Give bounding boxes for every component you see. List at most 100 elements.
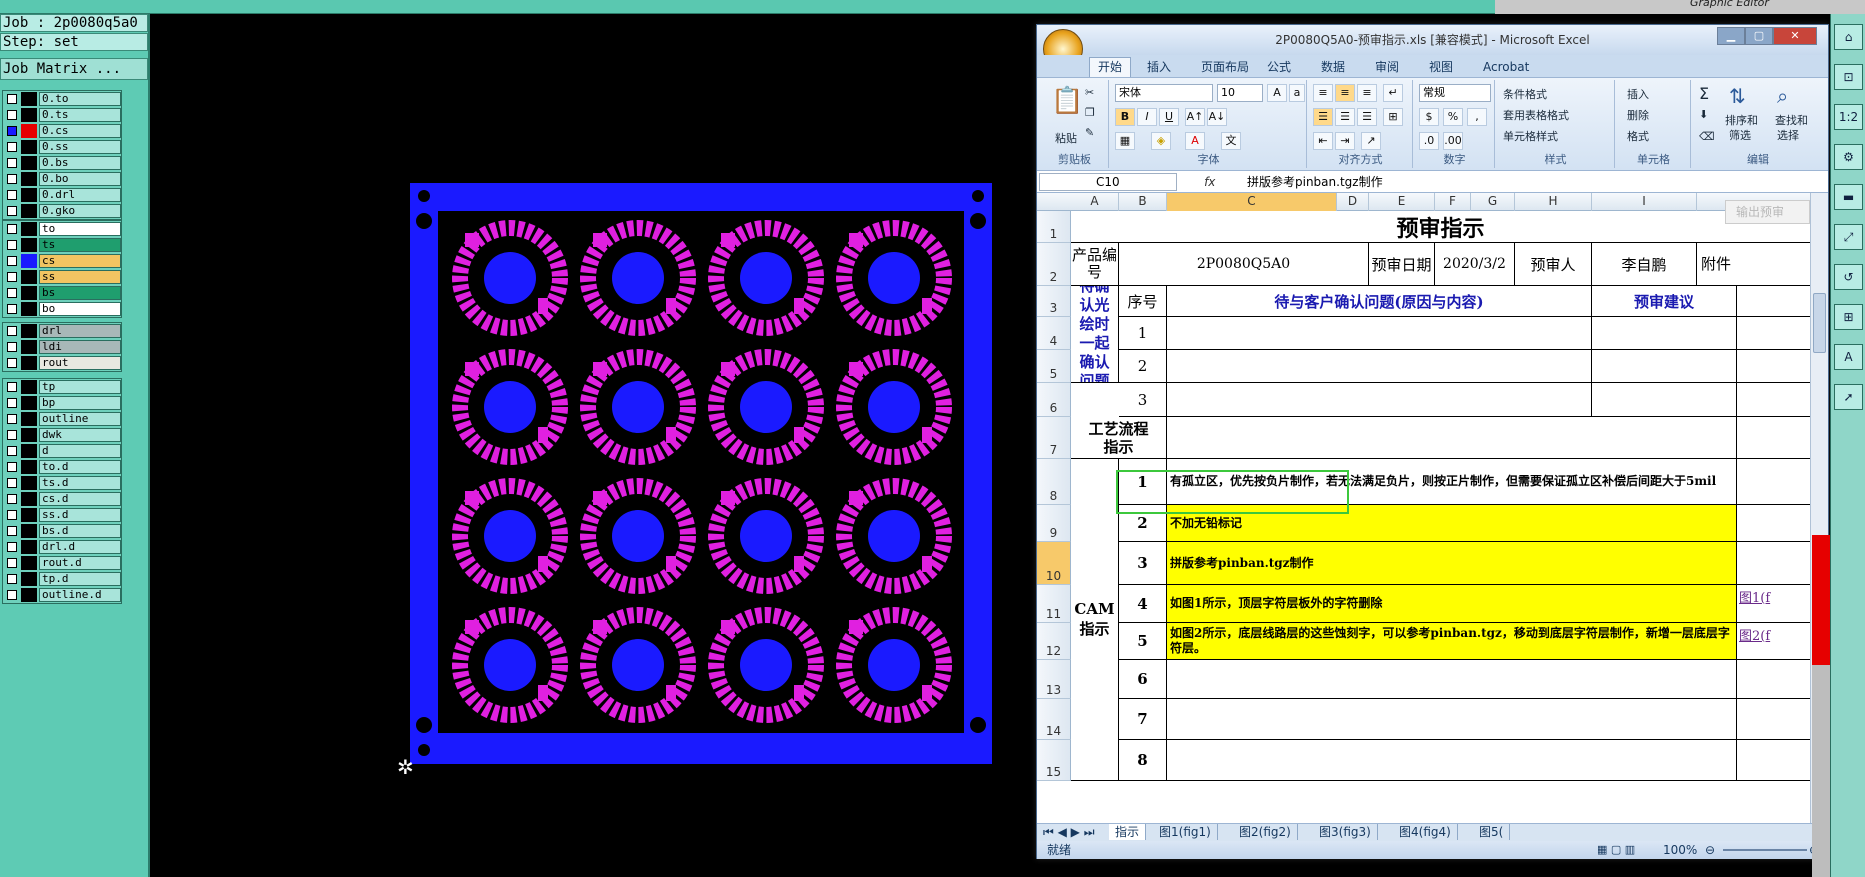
cell[interactable] bbox=[1737, 383, 1810, 417]
layer-checkbox[interactable] bbox=[7, 494, 17, 504]
tool-icon[interactable]: ⊡ bbox=[1834, 64, 1863, 90]
layer-name[interactable]: cs bbox=[39, 254, 121, 268]
row-header[interactable]: 14 bbox=[1037, 699, 1071, 740]
suggest-cell[interactable] bbox=[1592, 350, 1737, 383]
zoom-level[interactable]: 100% bbox=[1663, 841, 1697, 859]
suggest-label[interactable]: 预审建议 bbox=[1592, 286, 1737, 317]
layer-name[interactable]: tp.d bbox=[39, 572, 121, 586]
layer-checkbox[interactable] bbox=[7, 478, 17, 488]
row-header[interactable]: 6 bbox=[1037, 383, 1071, 417]
scroll-thumb[interactable] bbox=[1813, 293, 1826, 353]
pending-seq[interactable]: 3 bbox=[1119, 383, 1167, 417]
layer-name[interactable]: drl bbox=[39, 324, 121, 338]
layer-row[interactable]: tp bbox=[3, 379, 121, 395]
layer-row[interactable]: 0.ts bbox=[3, 107, 121, 123]
layer-row[interactable]: bs.d bbox=[3, 523, 121, 539]
product-no[interactable]: 2P0080Q5A0 bbox=[1119, 243, 1369, 286]
layer-checkbox[interactable] bbox=[7, 430, 17, 440]
align-center-icon[interactable]: ☰ bbox=[1335, 108, 1355, 126]
layer-row[interactable]: ss.d bbox=[3, 507, 121, 523]
cam-item-text[interactable] bbox=[1167, 660, 1737, 699]
tool-icon[interactable]: ▬ bbox=[1834, 184, 1863, 210]
layer-checkbox[interactable] bbox=[7, 382, 17, 392]
layer-checkbox[interactable] bbox=[7, 558, 17, 568]
cam-item-link[interactable] bbox=[1737, 660, 1810, 699]
cam-item-text[interactable]: 如图1所示，顶层字符层板外的字符删除 bbox=[1167, 585, 1737, 623]
pending-label[interactable]: 待确认光绘时一起确认问题 bbox=[1071, 286, 1119, 383]
tool-icon[interactable]: ↺ bbox=[1834, 264, 1863, 290]
issue-cell[interactable] bbox=[1167, 383, 1592, 417]
column-header[interactable]: F bbox=[1435, 193, 1471, 211]
layer-row[interactable]: 0.drl bbox=[3, 187, 121, 203]
date-value[interactable]: 2020/3/2 bbox=[1435, 243, 1515, 286]
row-header[interactable]: 12 bbox=[1037, 623, 1071, 660]
comma-icon[interactable]: , bbox=[1467, 108, 1487, 126]
layer-row[interactable]: ss bbox=[3, 269, 121, 285]
cam-item-link[interactable] bbox=[1737, 542, 1810, 585]
layer-checkbox[interactable] bbox=[7, 190, 17, 200]
layer-checkbox[interactable] bbox=[7, 446, 17, 456]
layer-checkbox[interactable] bbox=[7, 288, 17, 298]
layer-row[interactable]: ts.d bbox=[3, 475, 121, 491]
product-no-label[interactable]: 产品编号 bbox=[1071, 243, 1119, 286]
suggest-cell[interactable] bbox=[1592, 317, 1737, 350]
layer-row[interactable]: dwk bbox=[3, 427, 121, 443]
increase-indent-icon[interactable]: ⇥ bbox=[1335, 132, 1355, 150]
layer-row[interactable]: to.d bbox=[3, 459, 121, 475]
fill-icon[interactable]: ⬇ bbox=[1699, 108, 1708, 121]
layer-name[interactable]: 0.ts bbox=[39, 108, 121, 122]
layer-row[interactable]: 0.cs bbox=[3, 123, 121, 139]
ribbon-tab[interactable]: 开始 bbox=[1089, 57, 1132, 78]
layer-name[interactable]: to bbox=[39, 222, 121, 236]
layer-row[interactable]: rout.d bbox=[3, 555, 121, 571]
sheet-tab[interactable]: 图3(fig3) bbox=[1313, 824, 1378, 840]
layer-row[interactable]: 0.gko bbox=[3, 203, 121, 219]
font-name-combo[interactable]: 宋体 bbox=[1115, 84, 1213, 102]
layer-name[interactable]: outline bbox=[39, 412, 121, 426]
layer-row[interactable]: bs bbox=[3, 285, 121, 301]
layer-name[interactable]: bs bbox=[39, 286, 121, 300]
attachment-label[interactable]: 附件 bbox=[1697, 243, 1810, 286]
pending-seq[interactable]: 1 bbox=[1119, 317, 1167, 350]
layer-checkbox[interactable] bbox=[7, 542, 17, 552]
increase-decimal-icon[interactable]: .0 bbox=[1419, 132, 1439, 150]
cam-label[interactable]: CAM指示 bbox=[1071, 459, 1119, 781]
align-left-icon[interactable]: ☰ bbox=[1313, 108, 1333, 126]
paste-label[interactable]: 粘贴 bbox=[1055, 130, 1077, 146]
row-header[interactable]: 9 bbox=[1037, 505, 1071, 542]
layer-name[interactable]: ss.d bbox=[39, 508, 121, 522]
layer-row[interactable]: cs.d bbox=[3, 491, 121, 507]
layer-row[interactable]: 0.to bbox=[3, 91, 121, 107]
cam-item-link[interactable] bbox=[1737, 505, 1810, 542]
layer-name[interactable]: bs.d bbox=[39, 524, 121, 538]
ribbon-tab[interactable]: Acrobat bbox=[1483, 58, 1529, 76]
row-header[interactable]: 10 bbox=[1037, 542, 1071, 585]
merge-center-icon[interactable]: ⊞ bbox=[1383, 108, 1403, 126]
phonetic-icon[interactable]: 文 bbox=[1221, 132, 1241, 150]
layer-name[interactable]: d bbox=[39, 444, 121, 458]
cam-item-link[interactable] bbox=[1737, 740, 1810, 781]
wrap-text-icon[interactable]: ↵ bbox=[1383, 84, 1403, 102]
sort-filter-icon[interactable]: ⇅ bbox=[1729, 84, 1746, 108]
percent-icon[interactable]: % bbox=[1443, 108, 1463, 126]
layer-name[interactable]: dwk bbox=[39, 428, 121, 442]
autosum-icon[interactable]: Σ bbox=[1699, 84, 1709, 103]
ribbon-tab[interactable]: 审阅 bbox=[1375, 58, 1399, 76]
layer-row[interactable]: 0.bo bbox=[3, 171, 121, 187]
layer-checkbox[interactable] bbox=[7, 574, 17, 584]
cam-item-number[interactable]: 3 bbox=[1119, 542, 1167, 585]
close-button[interactable]: ✕ bbox=[1773, 27, 1817, 45]
layer-row[interactable]: ts bbox=[3, 237, 121, 253]
layer-row[interactable]: to bbox=[3, 221, 121, 237]
column-header[interactable]: G bbox=[1471, 193, 1515, 211]
view-buttons[interactable]: ▦ ▢ ▥ bbox=[1597, 841, 1635, 859]
row-header[interactable]: 7 bbox=[1037, 417, 1071, 459]
layer-name[interactable]: to.d bbox=[39, 460, 121, 474]
fill-color-icon[interactable]: ◈ bbox=[1151, 132, 1171, 150]
decrease-decimal-icon[interactable]: .00 bbox=[1443, 132, 1463, 150]
format-painter-icon[interactable]: ✎ bbox=[1085, 126, 1094, 139]
column-header[interactable]: D bbox=[1337, 193, 1369, 211]
sheet-title[interactable]: 预审指示 bbox=[1071, 211, 1810, 243]
grow-font-icon[interactable]: A bbox=[1267, 84, 1287, 102]
layer-name[interactable]: 0.gko bbox=[39, 204, 121, 218]
